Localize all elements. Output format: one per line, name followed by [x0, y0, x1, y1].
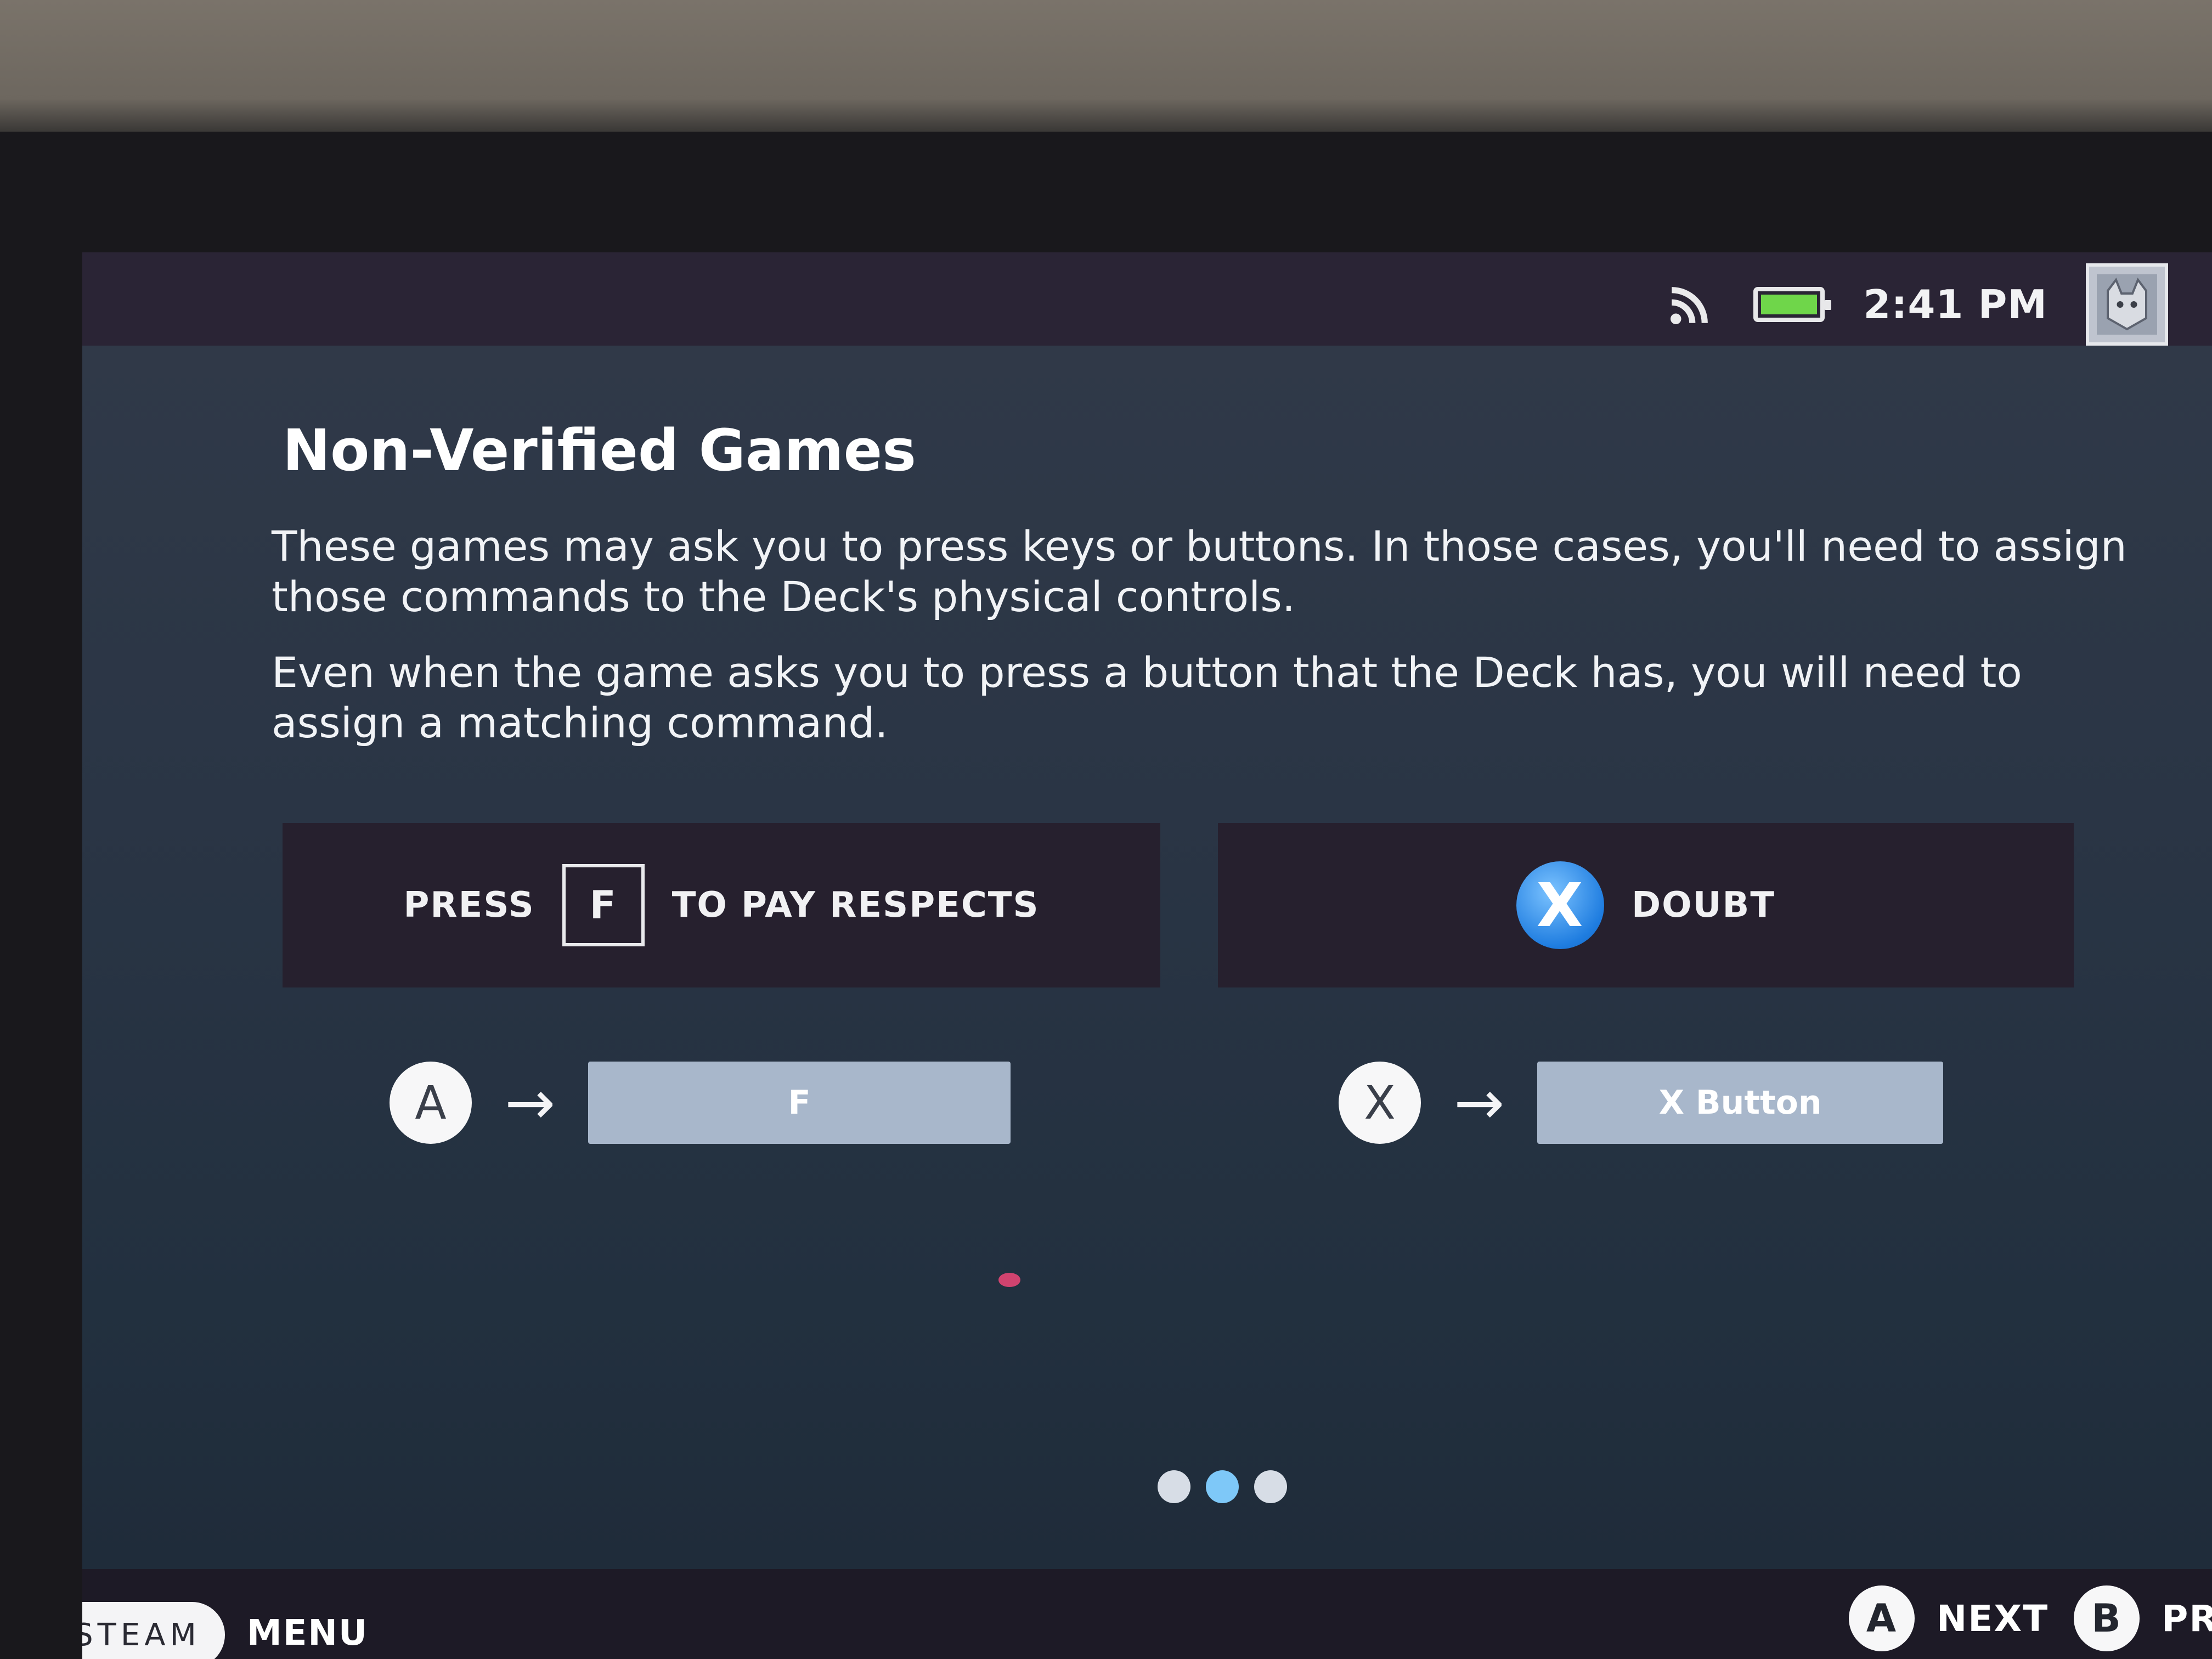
battery-fill — [1761, 295, 1818, 314]
next-label: NEXT — [1937, 1597, 2049, 1640]
rss-icon — [1666, 280, 1715, 329]
arrow-right-icon: → — [505, 1068, 556, 1138]
device-screen: 2:41 PM Non-Verified Games These games m… — [82, 252, 2212, 1659]
previous-label: PRI — [2162, 1597, 2212, 1640]
description-paragraph-1: These games may ask you to press keys or… — [272, 522, 2127, 621]
menu-label: MENU — [247, 1613, 368, 1654]
status-area: 2:41 PM — [1666, 263, 2168, 346]
action-label: TO PAY RESPECTS — [672, 885, 1040, 926]
assigned-command-button[interactable]: X Button — [1537, 1062, 1944, 1144]
battery-icon — [1753, 287, 1832, 322]
steam-button[interactable]: STEAM — [82, 1602, 225, 1659]
description-paragraph-2: Even when the game asks you to press a b… — [272, 648, 2022, 747]
example-prompt-keyboard: PRESS F TO PAY RESPECTS — [283, 823, 1160, 988]
assigned-command-button[interactable]: F — [588, 1062, 1011, 1144]
top-status-bar: 2:41 PM — [82, 252, 2212, 346]
next-hint[interactable]: A NEXT — [1849, 1585, 2049, 1651]
b-button-icon: B — [2074, 1585, 2140, 1651]
mapping-row-right: X → X Button — [1339, 1059, 1944, 1147]
x-button-icon: X — [1516, 861, 1605, 949]
example-prompt-controller: X DOUBT — [1218, 823, 2074, 988]
page-dot-3[interactable] — [1254, 1470, 1287, 1503]
page-dot-2-active[interactable] — [1206, 1470, 1239, 1503]
press-label: PRESS — [403, 885, 535, 926]
a-button-icon: A — [1849, 1585, 1915, 1651]
screen-speck — [998, 1273, 1020, 1287]
pagination-dots — [1158, 1470, 1287, 1503]
a-button-icon: A — [390, 1062, 472, 1144]
page-title: Non-Verified Games — [283, 417, 917, 484]
clock: 2:41 PM — [1863, 281, 2047, 328]
action-label: DOUBT — [1632, 885, 1775, 926]
key-f-icon: F — [562, 864, 645, 946]
x-button-icon: X — [1339, 1062, 1421, 1144]
arrow-right-icon: → — [1454, 1068, 1505, 1138]
page-dot-1[interactable] — [1158, 1470, 1190, 1503]
avatar-image[interactable] — [2086, 263, 2168, 346]
previous-hint[interactable]: B PRI — [2074, 1585, 2212, 1651]
mapping-row-left: A → F — [390, 1059, 1011, 1147]
